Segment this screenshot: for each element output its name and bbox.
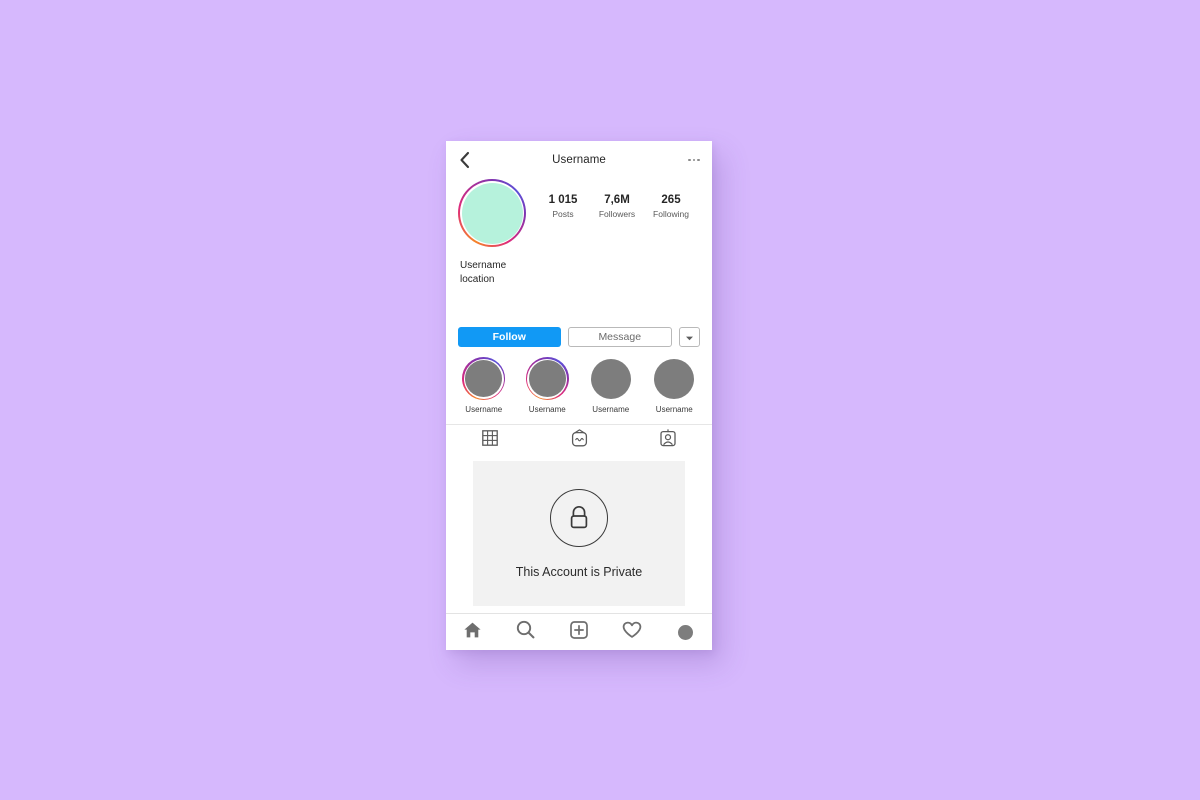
message-button[interactable]: Message: [567, 327, 672, 347]
highlight-ring: [525, 357, 569, 400]
stat-posts-label: Posts: [552, 209, 574, 219]
avatar[interactable]: [458, 179, 526, 247]
private-account-panel: This Account is Private: [473, 461, 685, 606]
igtv-icon: [571, 428, 588, 452]
highlight-cover: [465, 360, 503, 397]
highlight-ring-inner: [463, 358, 504, 399]
highlight-label: Username: [465, 405, 503, 414]
stat-posts-value: 1 015: [548, 194, 578, 206]
highlight-ring-inner: [527, 358, 568, 399]
story-highlights: Username Username Username Username: [446, 347, 712, 414]
back-icon[interactable]: [458, 151, 472, 169]
avatar-photo: [461, 182, 523, 244]
stat-followers-label: Followers: [598, 209, 636, 219]
highlight-ring-inner: [654, 358, 695, 399]
page-title: Username: [552, 154, 606, 166]
phone-screen: Username 1 015 Posts 7,6M Followers 265 …: [446, 141, 712, 613]
private-account-message: This Account is Private: [515, 564, 643, 579]
profile-bio: Username location: [446, 247, 712, 287]
nav-profile[interactable]: [659, 614, 712, 650]
phone-mockup-frame: Username 1 015 Posts 7,6M Followers 265 …: [446, 141, 712, 650]
stat-followers-value: 7,6M: [604, 194, 630, 206]
stat-following-label: Following: [653, 209, 689, 219]
highlight-item[interactable]: Username: [520, 357, 576, 414]
profile-header: 1 015 Posts 7,6M Followers 265 Following: [446, 179, 712, 247]
lock-icon: [550, 488, 608, 547]
suggestions-dropdown-button[interactable]: [679, 327, 700, 347]
highlight-item[interactable]: Username: [583, 357, 639, 414]
bottom-navigation: [446, 613, 712, 650]
profile-circle-icon: [677, 624, 693, 640]
nav-add-post[interactable]: [552, 614, 605, 650]
chevron-down-icon: [685, 330, 694, 345]
stat-following[interactable]: 265 Following: [649, 193, 693, 220]
highlight-cover: [654, 358, 695, 399]
avatar-ring-inner: [460, 181, 524, 245]
profile-topbar: Username: [446, 141, 712, 179]
highlight-cover: [590, 358, 631, 399]
highlight-item[interactable]: Username: [456, 357, 512, 414]
home-icon: [463, 621, 482, 644]
nav-activity[interactable]: [606, 614, 659, 650]
highlight-ring: [653, 357, 696, 400]
profile-actions: Follow Message: [446, 327, 712, 347]
highlight-ring: [462, 357, 506, 400]
more-options-icon[interactable]: [688, 158, 700, 162]
highlight-ring: [589, 357, 632, 400]
stat-posts[interactable]: 1 015 Posts: [541, 193, 585, 220]
highlight-label: Username: [592, 405, 630, 414]
highlight-cover: [528, 360, 566, 397]
highlight-label: Username: [528, 405, 566, 414]
add-post-icon: [570, 620, 588, 644]
content-tabs: [446, 425, 712, 455]
stat-following-value: 265: [661, 194, 681, 206]
follow-button[interactable]: Follow: [458, 327, 561, 347]
tagged-person-icon: [660, 428, 676, 452]
tab-tagged[interactable]: [623, 425, 712, 455]
profile-stats: 1 015 Posts 7,6M Followers 265 Following: [526, 179, 700, 220]
highlight-item[interactable]: Username: [647, 357, 703, 414]
search-icon: [516, 620, 535, 644]
grid-icon: [482, 429, 499, 451]
highlight-ring-inner: [590, 358, 631, 399]
bio-display-name: Username: [460, 260, 507, 271]
nav-search[interactable]: [499, 614, 552, 650]
nav-home[interactable]: [446, 614, 499, 650]
heart-icon: [622, 621, 642, 644]
tab-grid[interactable]: [446, 425, 535, 455]
stat-followers[interactable]: 7,6M Followers: [595, 193, 639, 220]
tab-igtv[interactable]: [535, 425, 624, 455]
bio-location: location: [460, 274, 495, 285]
highlight-label: Username: [655, 405, 693, 414]
